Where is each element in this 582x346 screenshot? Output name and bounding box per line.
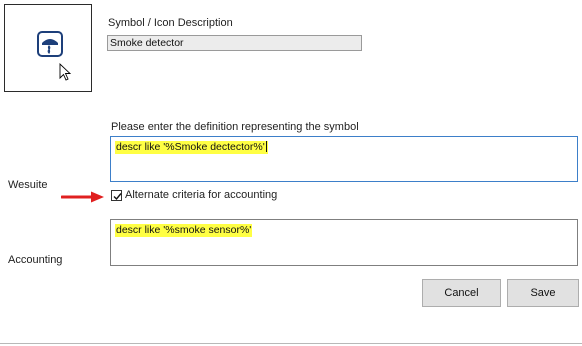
mouse-cursor-icon: [59, 62, 72, 81]
alternate-criteria-checkbox[interactable]: [111, 190, 122, 201]
red-arrow-icon: [61, 191, 104, 203]
accounting-text: descr like '%smoke sensor%': [115, 224, 253, 237]
accounting-label: Accounting: [8, 254, 63, 266]
symbol-preview[interactable]: [4, 4, 92, 92]
definition-prompt-label: Please enter the definition representing…: [111, 121, 359, 133]
smoke-detector-icon: [37, 31, 72, 81]
symbol-description-input[interactable]: Smoke detector: [107, 35, 362, 51]
symbol-description-label: Symbol / Icon Description: [108, 17, 233, 29]
bottom-divider: [0, 343, 582, 344]
accounting-textarea[interactable]: descr like '%smoke sensor%': [110, 219, 578, 266]
wesuite-label: Wesuite: [8, 179, 48, 191]
save-button[interactable]: Save: [507, 279, 579, 307]
alternate-criteria-label[interactable]: Alternate criteria for accounting: [125, 189, 277, 201]
definition-textarea[interactable]: descr like '%Smoke dectector%': [110, 136, 578, 182]
definition-text: descr like '%Smoke dectector%': [115, 141, 268, 154]
checkmark-icon: [113, 193, 122, 201]
cancel-button[interactable]: Cancel: [422, 279, 501, 307]
text-caret: [265, 141, 267, 152]
